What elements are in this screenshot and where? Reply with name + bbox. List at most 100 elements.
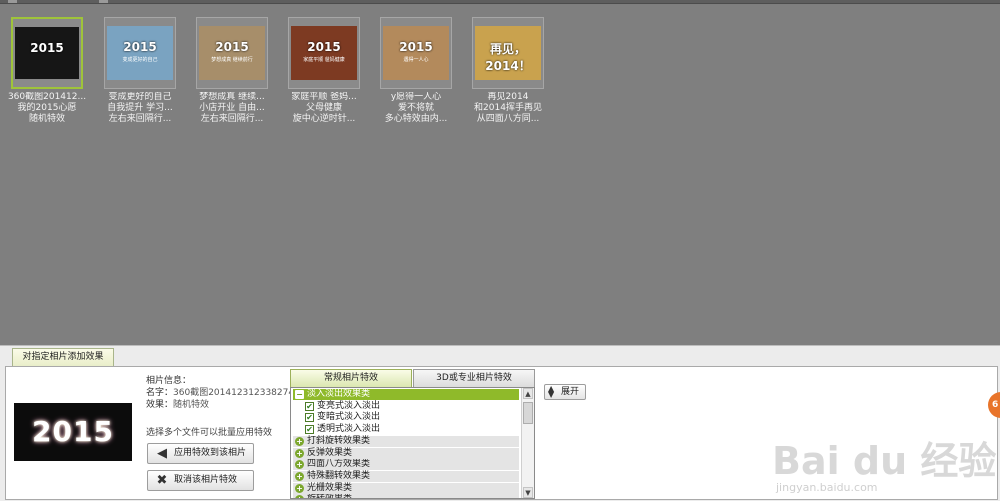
tree-scrollbar[interactable]: ▲ ▼ — [521, 388, 534, 498]
effect-group-label: 光栅效果类 — [307, 482, 353, 493]
photo-year-text: 2015 — [399, 40, 433, 54]
expand-icon[interactable]: + — [295, 448, 304, 458]
photo-caption-line: 梦想成真 继续... — [199, 92, 265, 102]
expand-icon[interactable]: + — [295, 483, 304, 493]
photo-effect-value: 随机特效 — [173, 400, 210, 410]
effect-tree: +旋转效果类+光栅效果类+特殊翻转效果类+四面八方效果类+反弹效果类+打斜旋转效… — [290, 387, 535, 499]
photo-year-text: 2015 — [307, 40, 341, 54]
effect-group-label: 四面八方效果类 — [307, 459, 371, 470]
photo-caption: y愿得一人心 爱不将就 多心特效由内... — [371, 92, 461, 125]
cancel-effect-label: 取消该相片特效 — [174, 475, 238, 485]
scroll-down-icon[interactable]: ▼ — [523, 487, 533, 498]
apply-effect-label: 应用特效到该相片 — [174, 448, 247, 458]
photo-image: 2015 梦想成真 继续前行 — [199, 26, 265, 80]
scroll-up-icon[interactable]: ▲ — [523, 388, 533, 399]
photo-name-label: 名字： — [146, 388, 174, 398]
photo-year-text: 2015 — [123, 40, 157, 54]
effect-item[interactable]: ✔ 透明式淡入淡出 — [293, 424, 519, 435]
effect-item-label: 变亮式淡入淡出 — [317, 400, 381, 411]
expand-icon[interactable]: + — [295, 460, 304, 470]
photo-caption-line: 小店开业 自由... — [199, 103, 265, 113]
effect-group-label: 淡入淡出效果类 — [307, 389, 371, 399]
effect-group[interactable]: + 反弹效果类 — [293, 447, 519, 459]
photo-effect-label: 效果： — [146, 400, 174, 410]
photo-frame[interactable]: 2015 变成更好的自己 — [104, 17, 176, 89]
toolbar-fragment — [8, 0, 17, 3]
collapse-icon[interactable]: − — [295, 390, 304, 399]
photo-caption: 家庭平顺 爸妈... 父母健康 旋中心逆时针... — [279, 92, 369, 125]
effect-group[interactable]: − 淡入淡出效果类 — [293, 389, 519, 400]
photo-thumbnail[interactable]: 2015 家庭平顺 爸妈健康 家庭平顺 爸妈... 父母健康 旋中心逆时针... — [288, 17, 360, 125]
tab-regular-effects[interactable]: 常规相片特效 — [290, 369, 412, 387]
photo-subtitle: 家庭平顺 爸妈健康 — [303, 57, 345, 63]
effect-group[interactable]: +旋转效果类 — [293, 494, 519, 498]
photo-year-text: 2015 — [30, 41, 64, 55]
baidu-watermark: Bai du 经验 jingyan.baidu.com — [772, 441, 996, 494]
photo-thumbnail[interactable]: 2015 变成更好的自己 变成更好的自己自我提升 学习... 左右来回隔行... — [104, 17, 176, 125]
effect-checkbox[interactable]: ✔ — [305, 401, 314, 411]
photo-frame[interactable]: 2015 遇得一人心 — [380, 17, 452, 89]
photo-caption-line: 再见2014 — [487, 92, 529, 102]
expand-icon[interactable]: + — [295, 436, 304, 446]
photo-caption-line: 自我提升 学习... — [107, 103, 173, 113]
preview-year-text: 2015 — [32, 415, 114, 448]
photo-thumbnail[interactable]: 2015 360截图201412... 我的2015心愿 随机特效 — [8, 17, 86, 125]
arrow-left-icon: ◀ — [157, 446, 167, 461]
photo-caption-line: 从四面八方同... — [476, 114, 540, 124]
effect-group-label: 打斜旋转效果类 — [307, 435, 371, 446]
expand-button[interactable]: ▲ ▼ 展开 — [544, 384, 586, 400]
photo-caption: 变成更好的自己 自我提升 学习... 左右来回隔行... — [95, 92, 185, 125]
tab-3d-effects[interactable]: 3D或专业相片特效 — [413, 369, 535, 387]
effect-panel-body: 2015 相片信息： 名字：360截图20141231233827468 效果：… — [5, 366, 998, 500]
photo-subtitle: 变成更好的自己 — [122, 57, 158, 63]
tab-add-effect[interactable]: 对指定相片添加效果 — [12, 348, 114, 366]
expand-icon[interactable]: + — [295, 495, 304, 498]
photo-thumbnail[interactable]: 2015 遇得一人心 y愿得一人心 爱不将就 多心特效由内... — [380, 17, 452, 125]
photo-caption-line: 父母健康 — [305, 103, 342, 113]
photo-caption-line: 多心特效由内... — [384, 114, 448, 124]
photo-caption-line: 爱不将就 — [397, 103, 434, 113]
effect-group[interactable]: + 打斜旋转效果类 — [293, 435, 519, 447]
watermark-logo: Bai du 经验 — [772, 439, 997, 483]
photo-thumbnail[interactable]: 再见，2014！ 再见2014 和2014挥手再见 从四面八方同... — [472, 17, 544, 125]
effect-item-label: 透明式淡入淡出 — [317, 424, 381, 435]
effect-item[interactable]: ✔ 变亮式淡入淡出 — [293, 401, 519, 412]
close-icon: ✖ — [156, 473, 168, 488]
photo-image: 2015 变成更好的自己 — [107, 26, 173, 80]
apply-effect-button[interactable]: ◀ 应用特效到该相片 — [147, 443, 254, 464]
effect-checkbox[interactable]: ✔ — [305, 425, 314, 435]
scroll-thumb[interactable] — [523, 402, 533, 424]
photo-frame[interactable]: 2015 梦想成真 继续前行 — [196, 17, 268, 89]
photo-image: 2015 家庭平顺 爸妈健康 — [291, 26, 357, 80]
photo-info: 相片信息： 名字：360截图20141231233827468 效果：随机特效 — [146, 375, 306, 411]
photo-caption-line: 和2014挥手再见 — [474, 103, 542, 113]
photo-frame[interactable]: 2015 — [11, 17, 83, 89]
photo-image: 2015 — [15, 27, 79, 79]
cancel-effect-button[interactable]: ✖ 取消该相片特效 — [147, 470, 254, 491]
photo-name-row: 名字：360截图20141231233827468 — [146, 387, 306, 399]
expand-icon[interactable]: + — [295, 471, 304, 481]
effect-group-label: 旋转效果类 — [307, 494, 352, 498]
photo-caption: 360截图201412... 我的2015心愿 随机特效 — [2, 92, 92, 125]
photo-effect-row: 效果：随机特效 — [146, 399, 306, 411]
photo-caption-line: 我的2015心愿 — [17, 103, 77, 113]
photo-image: 再见，2014！ — [475, 26, 541, 80]
batch-hint: 选择多个文件可以批量应用特效 — [146, 428, 273, 438]
effect-group[interactable]: + 光栅效果类 — [293, 482, 519, 494]
photo-frame[interactable]: 2015 家庭平顺 爸妈健康 — [288, 17, 360, 89]
effect-item[interactable]: ✔ 变暗式淡入淡出 — [293, 412, 519, 423]
effect-group[interactable]: + 四面八方效果类 — [293, 459, 519, 471]
photo-caption-line: 左右来回隔行... — [200, 114, 264, 124]
effect-checkbox[interactable]: ✔ — [305, 413, 314, 423]
photo-caption-line: 左右来回隔行... — [108, 114, 172, 124]
effect-group-label: 特殊翻转效果类 — [307, 470, 371, 481]
selected-photo-preview: 2015 — [14, 403, 132, 461]
photo-subtitle: 遇得一人心 — [403, 57, 429, 63]
effect-item-label: 变暗式淡入淡出 — [317, 412, 381, 423]
photo-thumbnail[interactable]: 2015 梦想成真 继续前行梦想成真 继续... 小店开业 自由... 左右来回隔行.… — [196, 17, 268, 125]
photo-caption: 梦想成真 继续... 小店开业 自由... 左右来回隔行... — [187, 92, 277, 125]
photo-frame[interactable]: 再见，2014！ — [472, 17, 544, 89]
effect-group[interactable]: + 特殊翻转效果类 — [293, 470, 519, 482]
photo-caption-line: 360截图201412... — [7, 92, 87, 102]
photo-name-value: 360截图20141231233827468 — [173, 388, 306, 398]
